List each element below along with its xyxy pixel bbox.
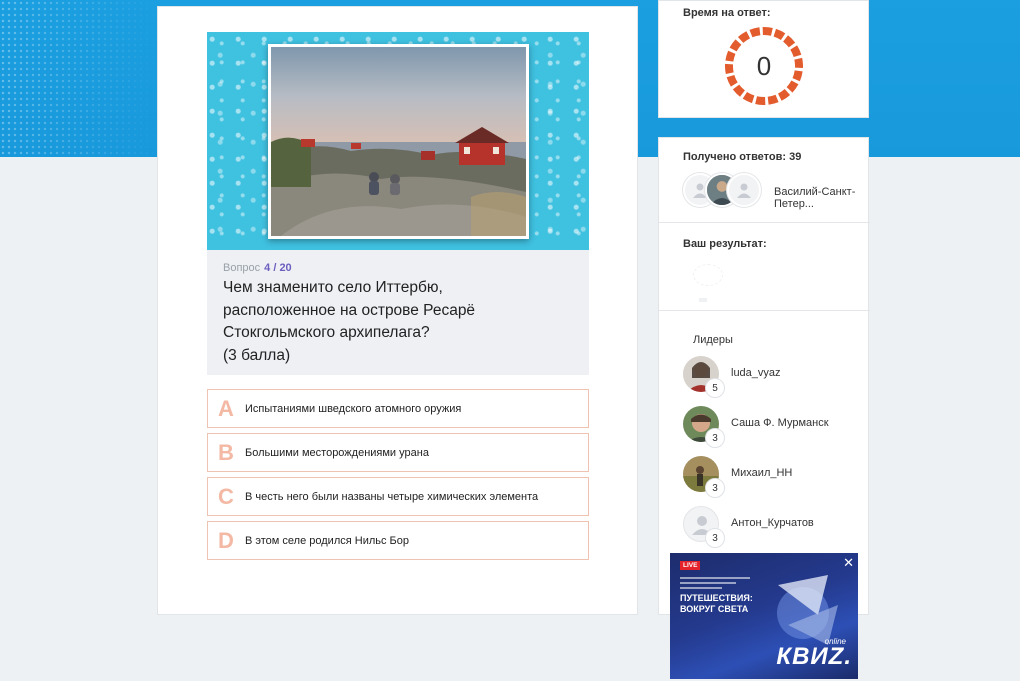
- timer-card: Время на ответ: 0: [658, 0, 869, 118]
- question-counter-label: Вопрос: [223, 262, 261, 274]
- timer-value: 0: [756, 50, 772, 81]
- question-block: Вопрос 4 / 20 Чем знаменито село Иттербю,…: [207, 250, 589, 375]
- question-counter-value: 4 / 20: [264, 262, 292, 274]
- question-photo: [268, 44, 529, 239]
- question-text-line: расположенное на острове Ресарё: [223, 301, 476, 319]
- last-responder-name: Василий-Санкт-Петер...: [774, 186, 856, 210]
- live-badge: LIVE: [680, 561, 701, 570]
- divider: [659, 222, 870, 223]
- answer-letter: C: [218, 483, 234, 509]
- dot-pattern: [0, 0, 160, 157]
- answer-text: Испытаниями шведского атомного оружия: [245, 402, 462, 415]
- leaders-title: Лидеры: [693, 334, 733, 346]
- answer-letter: D: [218, 527, 234, 553]
- question-text-line: Стокгольмского архипелага?: [223, 324, 430, 341]
- ad-brand-logo: КВИZ.: [776, 643, 852, 670]
- leader-score-badge: 3: [705, 528, 725, 548]
- leader-score-badge: 5: [705, 378, 725, 398]
- answer-text: В честь него были названы четыре химичес…: [245, 490, 539, 503]
- answer-option-c[interactable]: C В честь него были названы четыре химич…: [207, 477, 589, 516]
- ad-headline: ПУТЕШЕСТВИЯ: ВОКРУГ СВЕТА: [680, 593, 753, 614]
- leader-name[interactable]: Саша Ф. Мурманск: [731, 417, 829, 429]
- responses-count: Получено ответов: 39: [683, 151, 802, 163]
- leader-name[interactable]: luda_vyaz: [731, 367, 781, 379]
- result-placeholder: [693, 264, 723, 286]
- photo-illustration: [271, 47, 526, 236]
- ad-close-icon[interactable]: ✕: [843, 555, 854, 571]
- leader-name[interactable]: Антон_Курчатов: [731, 517, 814, 529]
- result-placeholder: [699, 298, 707, 302]
- leader-score-badge: 3: [705, 428, 725, 448]
- divider: [659, 310, 870, 311]
- answer-text: Большими месторождениями урана: [245, 446, 429, 459]
- question-text-line: Чем знаменито село Иттербю,: [223, 279, 443, 296]
- responder-avatar[interactable]: [727, 173, 761, 207]
- question-counter: Вопрос 4 / 20: [223, 262, 292, 274]
- user-placeholder-icon: [737, 183, 751, 198]
- answer-text: В этом селе родился Нильс Бор: [245, 534, 409, 547]
- answer-letter: A: [218, 395, 234, 421]
- timer-label: Время на ответ:: [683, 7, 771, 19]
- answer-option-b[interactable]: B Большими месторождениями урана: [207, 433, 589, 472]
- answer-letter: B: [218, 439, 234, 465]
- answer-option-a[interactable]: A Испытаниями шведского атомного оружия: [207, 389, 589, 428]
- your-result-label: Ваш результат:: [683, 238, 767, 250]
- question-points: (3 балла): [223, 346, 291, 364]
- ad-small-text: [680, 577, 750, 592]
- answer-option-d[interactable]: D В этом селе родился Нильс Бор: [207, 521, 589, 560]
- stats-card: Получено ответов: 39 Василий-Санкт-Петер…: [658, 137, 870, 615]
- leader-name[interactable]: Михаил_НН: [731, 467, 792, 479]
- question-text: Чем знаменито село Иттербю, расположенно…: [223, 277, 573, 367]
- ad-banner[interactable]: LIVE ПУТЕШЕСТВИЯ: ВОКРУГ СВЕТА online КВ…: [670, 553, 858, 679]
- leader-score-badge: 3: [705, 478, 725, 498]
